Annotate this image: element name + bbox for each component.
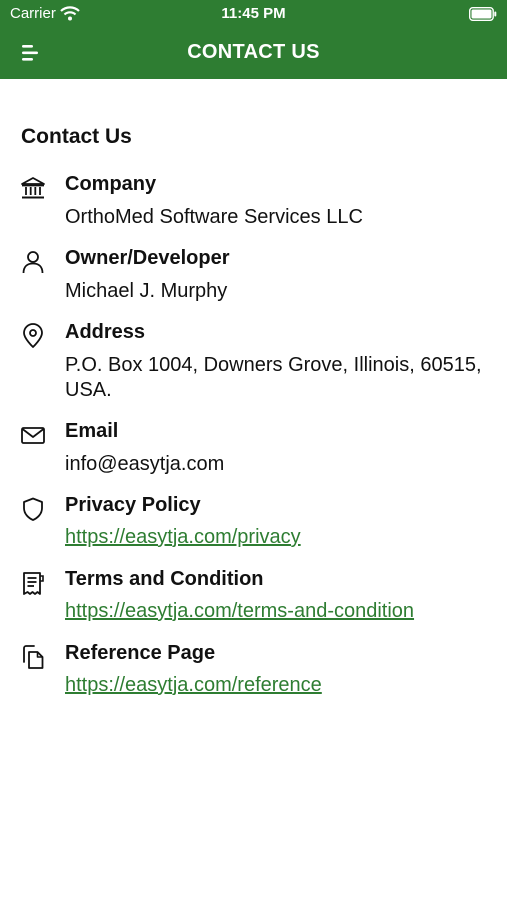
page-title: CONTACT US [187,41,320,63]
battery-icon [469,7,497,21]
reference-link[interactable]: https://easytja.com/reference [65,674,322,697]
email-value: info@easytja.com [65,453,225,475]
envelope-icon [21,427,45,444]
status-time: 11:45 PM [221,5,286,22]
address-label: Address [65,321,146,343]
location-pin-icon [23,323,43,348]
terms-link[interactable]: https://easytja.com/terms-and-condition [65,600,414,623]
copy-pages-icon [23,645,44,669]
reference-label: Reference Page [65,642,216,664]
company-value: OrthoMed Software Services LLC [65,206,363,228]
bank-icon [21,177,45,199]
status-bar: Carrier 11:45 PM [0,0,507,28]
navigation-bar: CONTACT US [0,28,507,79]
shield-icon [23,497,43,521]
privacy-policy-link[interactable]: https://easytja.com/privacy [65,526,301,549]
privacy-policy-label: Privacy Policy [65,494,201,516]
receipt-icon [23,572,44,595]
email-label: Email [65,420,119,442]
company-label: Company [65,173,157,195]
person-icon [22,251,44,274]
owner-value: Michael J. Murphy [65,280,228,302]
address-value: P.O. Box 1004, Downers Grove, Illinois, … [65,354,482,401]
owner-label: Owner/Developer [65,247,230,269]
section-title: Contact Us [21,125,132,148]
terms-label: Terms and Condition [65,568,264,590]
